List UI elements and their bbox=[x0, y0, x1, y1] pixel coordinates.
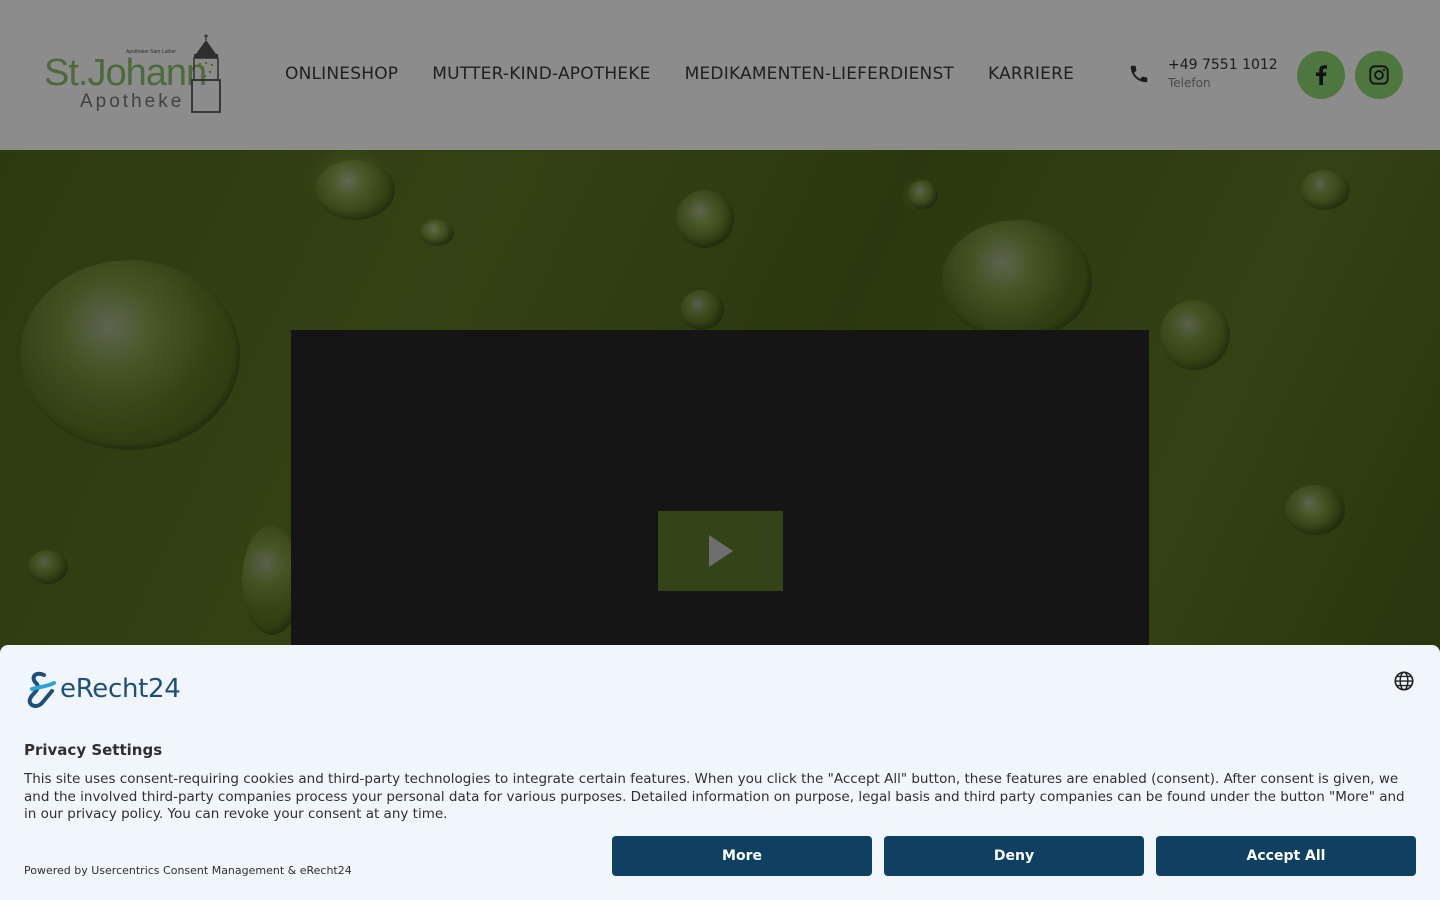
erecht24-logo-icon bbox=[27, 671, 56, 708]
deny-button[interactable]: Deny bbox=[884, 836, 1144, 876]
accept-all-button[interactable]: Accept All bbox=[1156, 836, 1416, 876]
language-globe-icon[interactable] bbox=[1393, 670, 1415, 692]
more-button[interactable]: More bbox=[612, 836, 872, 876]
consent-title: Privacy Settings bbox=[24, 741, 163, 759]
cookie-consent-banner: eRecht24 Privacy Settings This site uses… bbox=[0, 645, 1440, 900]
consent-powered-by[interactable]: Powered by Usercentrics Consent Manageme… bbox=[24, 864, 352, 877]
consent-logo: eRecht24 bbox=[24, 669, 181, 709]
consent-description: This site uses consent-requiring cookies… bbox=[24, 771, 1405, 822]
consent-brand: eRecht24 bbox=[60, 674, 181, 704]
